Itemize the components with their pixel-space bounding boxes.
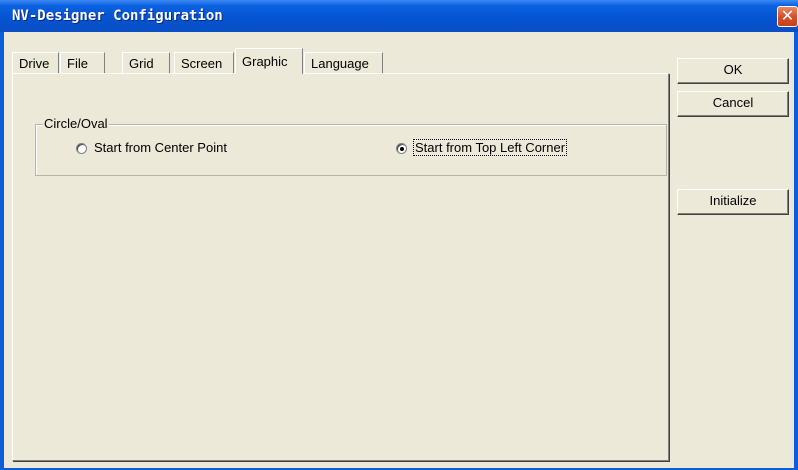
- tab-language[interactable]: Language: [304, 52, 383, 73]
- tab-label: Screen: [181, 56, 223, 71]
- initialize-button[interactable]: Initialize: [677, 189, 789, 215]
- tab-file[interactable]: File: [60, 52, 105, 73]
- dialog-client-area: Drive File Grid Screen Graphic Language …: [4, 32, 794, 468]
- dialog-window: NV-Designer Configuration ✕ Drive File G…: [0, 0, 798, 470]
- tab-label: Grid: [129, 56, 154, 71]
- circle-oval-group: Circle/Oval Start from Center Point Star…: [35, 116, 667, 176]
- group-title: Circle/Oval: [43, 116, 109, 131]
- radio-unselected-icon: [76, 143, 87, 154]
- radio-selected-icon: [396, 143, 407, 154]
- radio-label: Start from Center Point: [94, 140, 227, 155]
- tab-grid[interactable]: Grid: [122, 52, 170, 73]
- tab-graphic[interactable]: Graphic: [235, 48, 303, 74]
- tab-label: Language: [311, 56, 369, 71]
- tab-screen[interactable]: Screen: [174, 52, 234, 73]
- title-bar[interactable]: NV-Designer Configuration ✕: [0, 0, 798, 32]
- graphic-tab-panel: Circle/Oval Start from Center Point Star…: [12, 73, 669, 461]
- radio-label: Start from Top Left Corner: [412, 139, 568, 156]
- tab-drive[interactable]: Drive: [12, 52, 59, 73]
- cancel-button[interactable]: Cancel: [677, 91, 789, 117]
- tab-label: File: [67, 56, 88, 71]
- tab-label: Drive: [19, 56, 50, 71]
- close-icon: ✕: [780, 6, 795, 25]
- close-button[interactable]: ✕: [777, 6, 798, 27]
- ok-button[interactable]: OK: [677, 58, 789, 84]
- tab-label: Graphic: [242, 54, 288, 69]
- window-title: NV-Designer Configuration: [12, 8, 223, 24]
